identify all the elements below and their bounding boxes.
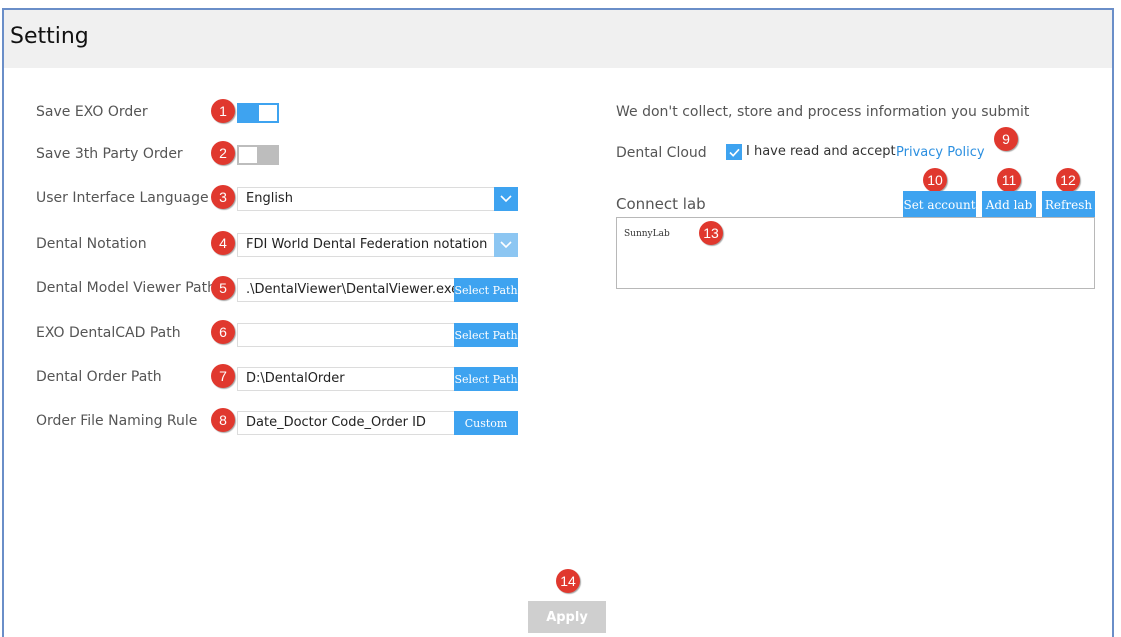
title-bar: Setting [4,10,1112,68]
set-account-button[interactable]: Set account [903,191,976,219]
privacy-accept-checkbox[interactable] [726,144,742,160]
callout-badge-7: 7 [211,364,235,388]
exo-cad-path-input[interactable] [237,323,455,347]
exo-cad-select-path-button[interactable]: Select Path [454,323,518,347]
viewer-select-path-button[interactable]: Select Path [454,278,518,302]
callout-badge-3: 3 [211,185,235,209]
callout-badge-4: 4 [211,231,235,255]
list-item[interactable]: SunnyLab [624,229,670,239]
save-3th-party-order-label: Save 3th Party Order [36,146,183,162]
order-path-label: Dental Order Path [36,369,162,385]
viewer-path-input[interactable]: .\DentalViewer\DentalViewer.exe [237,278,455,302]
save-exo-order-label: Save EXO Order [36,104,148,120]
callout-badge-2: 2 [211,141,235,165]
dental-notation-label: Dental Notation [36,236,147,252]
naming-rule-label: Order File Naming Rule [36,413,198,429]
ui-language-dropdown-button[interactable] [494,187,518,211]
order-path-input[interactable]: D:\DentalOrder [237,367,455,391]
callout-badge-5: 5 [211,276,235,300]
callout-badge-13: 13 [699,221,723,245]
check-icon [728,148,740,157]
dental-cloud-label: Dental Cloud [616,145,707,161]
order-select-path-button[interactable]: Select Path [454,367,518,391]
dental-notation-select[interactable]: FDI World Dental Federation notation [237,233,495,257]
callout-badge-10: 10 [923,168,947,192]
privacy-policy-link[interactable]: Privacy Policy [896,145,985,160]
callout-badge-9: 9 [994,127,1018,151]
apply-button[interactable]: Apply [528,601,606,633]
chevron-down-icon [500,195,512,203]
privacy-accept-label: I have read and accept [746,144,896,159]
toggle-knob [258,104,278,122]
viewer-path-label: Dental Model Viewer Path [36,280,212,296]
privacy-notice: We don't collect, store and process info… [616,104,1030,120]
ui-language-label: User Interface Language [36,190,209,206]
toggle-knob [238,146,258,164]
save-3th-party-order-toggle[interactable] [237,145,279,165]
ui-language-select[interactable]: English [237,187,495,211]
refresh-button[interactable]: Refresh [1042,191,1095,219]
settings-window: Setting Save EXO Order 1 Save 3th Party … [2,8,1114,637]
callout-badge-1: 1 [211,99,235,123]
callout-badge-6: 6 [211,320,235,344]
save-exo-order-toggle[interactable] [237,103,279,123]
callout-badge-8: 8 [211,408,235,432]
connect-lab-label: Connect lab [616,195,706,213]
naming-rule-input[interactable]: Date_Doctor Code_Order ID [237,411,455,435]
lab-list[interactable]: SunnyLab 13 [616,217,1095,289]
callout-badge-12: 12 [1056,168,1080,192]
chevron-down-icon [500,241,512,249]
naming-rule-custom-button[interactable]: Custom [454,411,518,435]
add-lab-button[interactable]: Add lab [982,191,1036,219]
callout-badge-14: 14 [556,569,580,593]
exo-cad-path-label: EXO DentalCAD Path [36,325,181,341]
dental-notation-dropdown-button[interactable] [494,233,518,257]
page-title: Setting [10,24,89,49]
callout-badge-11: 11 [997,168,1021,192]
